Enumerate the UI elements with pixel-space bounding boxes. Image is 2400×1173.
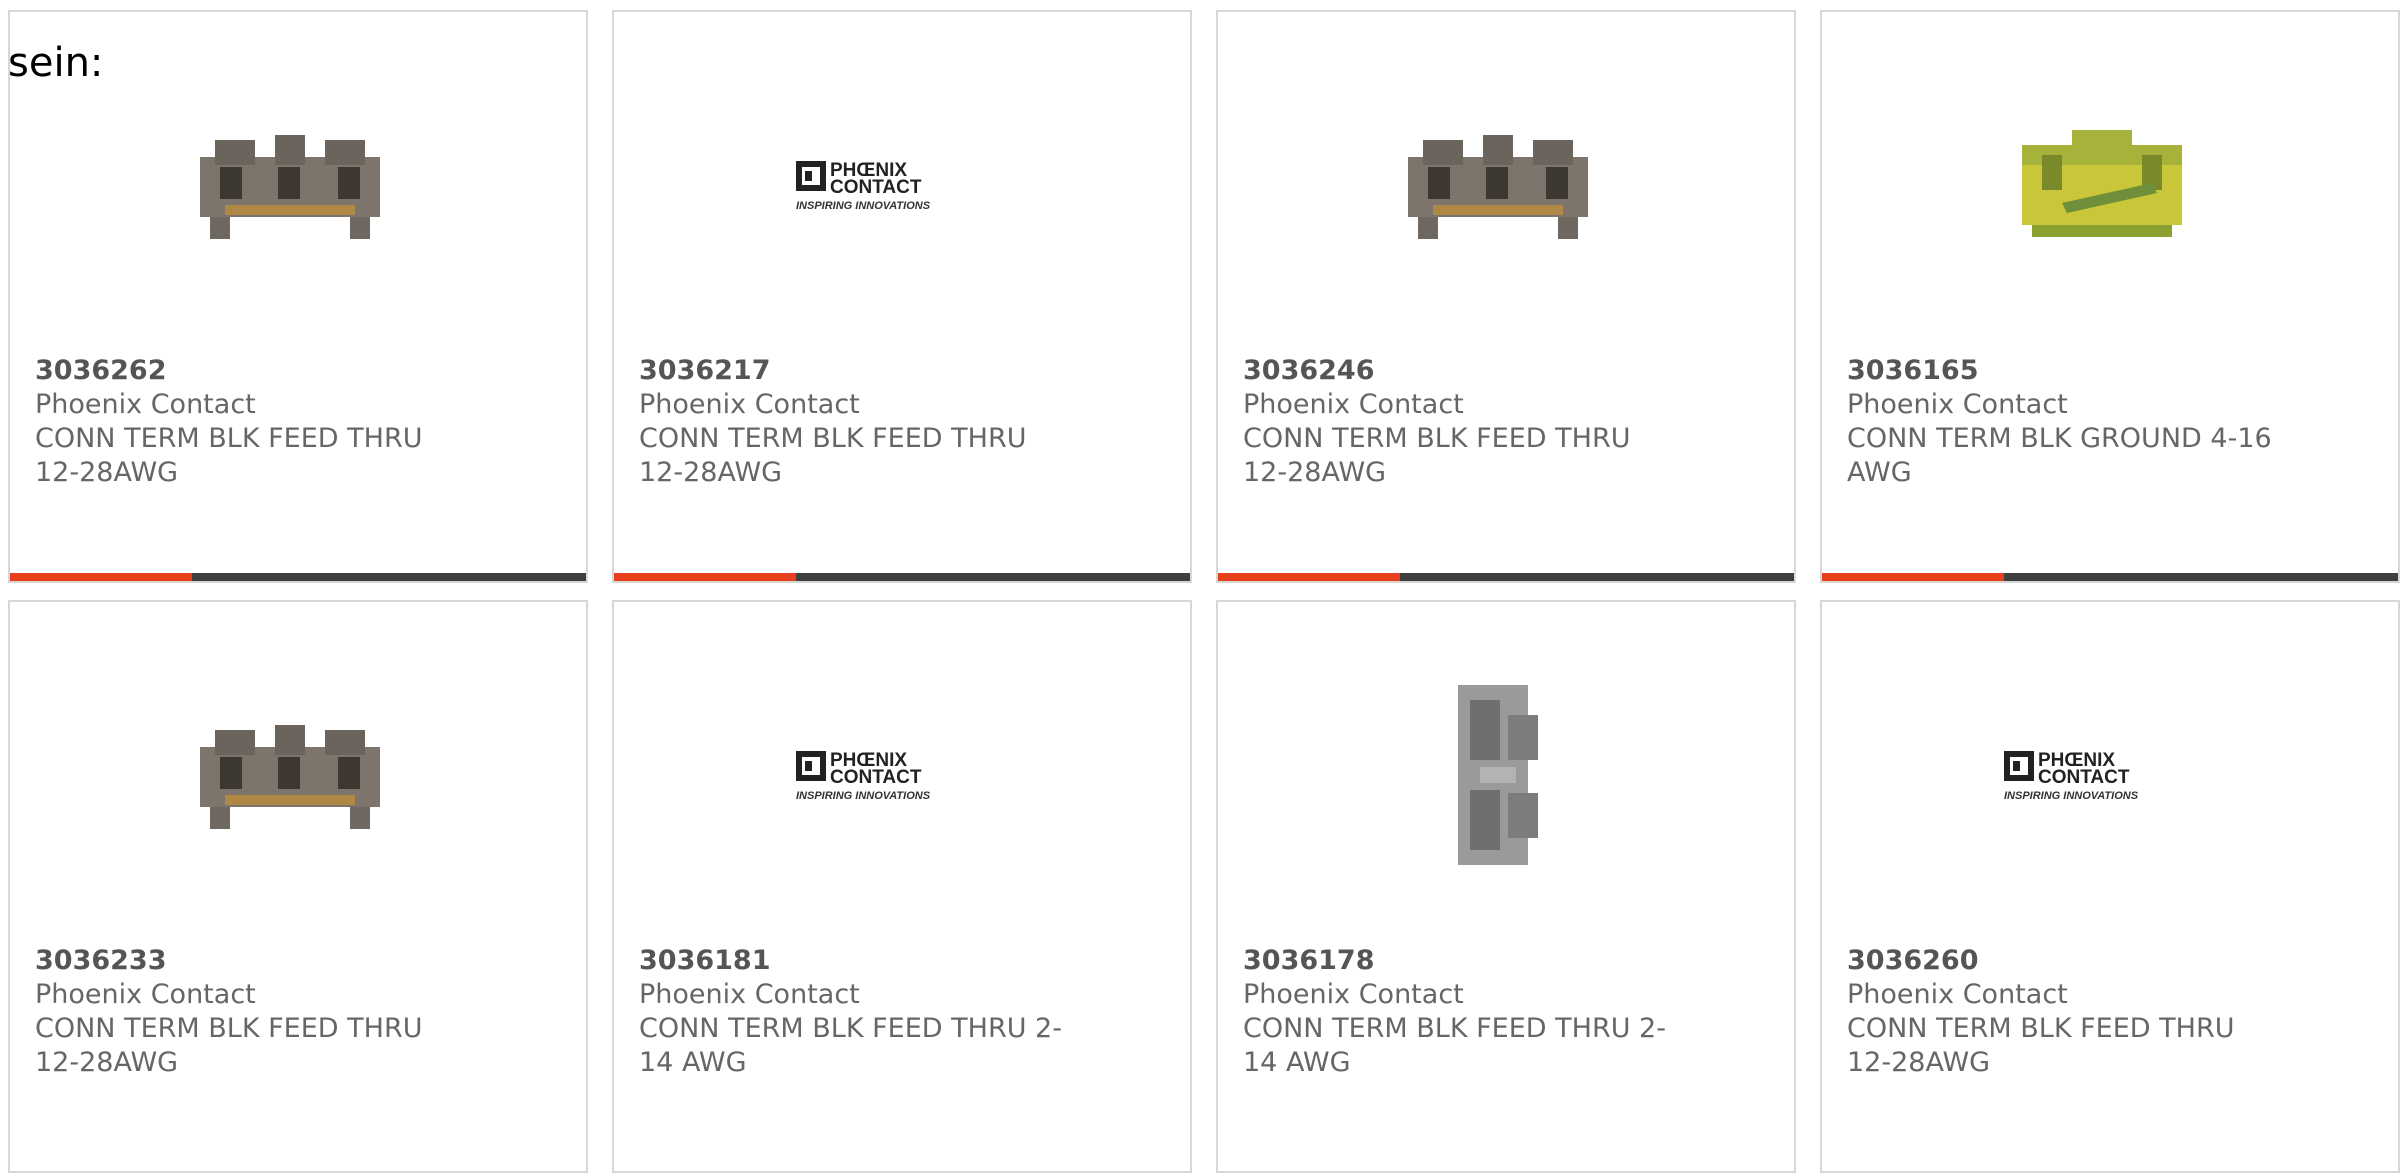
product-card[interactable]: 3036262 Phoenix Contact CONN TERM BLK FEED… [8,10,588,583]
phoenix-contact-logo-icon: PHŒNIXCONTACTINSPIRING INNOVATIONS [2004,750,2139,802]
product-text: 3036178 Phoenix Contact CONN TERM BLK FEED… [1243,944,1683,1080]
lead-text: sein: [8,40,104,86]
product-image[interactable]: PHŒNIX CONTACT INSPIRING INNOVATIONS [794,85,994,285]
logo-tagline: INSPIRING INNOVATIONS [796,790,931,802]
product-description: CONN TERM BLK FEED THRU 12-28AWG [35,423,423,488]
card-progress-accent [1822,573,2004,581]
product-card[interactable]: 3036178 Phoenix Contact CONN TERM BLK FEED… [1216,600,1796,1173]
logo-line2: CONTACT [830,767,922,788]
product-text: 3036217 Phoenix Contact CONN TERM BLK FEED… [639,354,1079,490]
product-text: 3036165 Phoenix Contact CONN TERM BLK GROU… [1847,354,2287,490]
part-number[interactable]: 3036217 [639,354,1079,388]
manufacturer: Phoenix Contact [639,979,860,1010]
part-number[interactable]: 3036178 [1243,944,1683,978]
part-number[interactable]: 3036262 [35,354,475,388]
phoenix-contact-logo-icon: PHŒNIXCONTACTINSPIRING INNOVATIONS [796,750,931,802]
phoenix-contact-logo-icon: PHŒNIXCONTACTINSPIRING INNOVATIONS [796,160,931,212]
product-text: 3036246 Phoenix Contact CONN TERM BLK FEED… [1243,354,1683,490]
card-progress-accent [614,573,796,581]
card-progress-accent [1218,573,1400,581]
product-text: 3036262 Phoenix Contact CONN TERM BLK FEED… [35,354,475,490]
card-progress-bar [614,573,1190,581]
terminal-block-icon [1458,685,1538,865]
product-image[interactable] [190,85,390,285]
product-description: CONN TERM BLK FEED THRU 12-28AWG [1243,423,1631,488]
product-card[interactable]: PHŒNIX CONTACT INSPIRING INNOVATIONS 303626… [1820,600,2400,1173]
product-description: CONN TERM BLK FEED THRU 12-28AWG [1847,1013,2235,1078]
product-image[interactable] [190,675,390,875]
manufacturer: Phoenix Contact [1847,389,2068,420]
terminal-block-icon [200,725,380,829]
product-image[interactable]: PHŒNIX CONTACT INSPIRING INNOVATIONS [2002,675,2202,875]
part-number[interactable]: 3036260 [1847,944,2287,978]
manufacturer: Phoenix Contact [35,389,256,420]
product-description: CONN TERM BLK FEED THRU 2-14 AWG [639,1013,1062,1078]
terminal-block-icon [200,135,380,239]
product-image[interactable] [1398,85,1598,285]
terminal-block-icon [1408,135,1588,239]
card-progress-bar [1822,573,2398,581]
logo-line2: CONTACT [830,177,922,198]
product-description: CONN TERM BLK FEED THRU 12-28AWG [35,1013,423,1078]
card-progress-bar [1218,573,1794,581]
part-number[interactable]: 3036165 [1847,354,2287,388]
manufacturer: Phoenix Contact [1847,979,2068,1010]
product-text: 3036233 Phoenix Contact CONN TERM BLK FEED… [35,944,475,1080]
product-description: CONN TERM BLK GROUND 4-16 AWG [1847,423,2272,488]
terminal-block-icon [2022,130,2182,237]
product-card[interactable]: PHŒNIX CONTACT INSPIRING INNOVATIONS 303618… [612,600,1192,1173]
product-image[interactable] [1398,675,1598,875]
part-number[interactable]: 3036246 [1243,354,1683,388]
logo-tagline: INSPIRING INNOVATIONS [796,200,931,212]
product-card[interactable]: 3036165 Phoenix Contact CONN TERM BLK GROU… [1820,10,2400,583]
product-image[interactable]: PHŒNIX CONTACT INSPIRING INNOVATIONS [794,675,994,875]
card-progress-bar [10,573,586,581]
card-progress-accent [10,573,192,581]
logo-tagline: INSPIRING INNOVATIONS [2004,790,2139,802]
part-number[interactable]: 3036233 [35,944,475,978]
product-card[interactable]: 3036233 Phoenix Contact CONN TERM BLK FEED… [8,600,588,1173]
part-number[interactable]: 3036181 [639,944,1079,978]
manufacturer: Phoenix Contact [1243,389,1464,420]
product-image[interactable] [2002,85,2202,285]
logo-line2: CONTACT [2038,767,2130,788]
product-card[interactable]: 3036246 Phoenix Contact CONN TERM BLK FEED… [1216,10,1796,583]
manufacturer: Phoenix Contact [35,979,256,1010]
manufacturer: Phoenix Contact [639,389,860,420]
product-text: 3036181 Phoenix Contact CONN TERM BLK FEED… [639,944,1079,1080]
manufacturer: Phoenix Contact [1243,979,1464,1010]
product-card[interactable]: PHŒNIX CONTACT INSPIRING INNOVATIONS 303621… [612,10,1192,583]
product-description: CONN TERM BLK FEED THRU 2-14 AWG [1243,1013,1666,1078]
product-grid: 3036262 Phoenix Contact CONN TERM BLK FEED… [0,0,2400,1173]
product-text: 3036260 Phoenix Contact CONN TERM BLK FEED… [1847,944,2287,1080]
product-description: CONN TERM BLK FEED THRU 12-28AWG [639,423,1027,488]
